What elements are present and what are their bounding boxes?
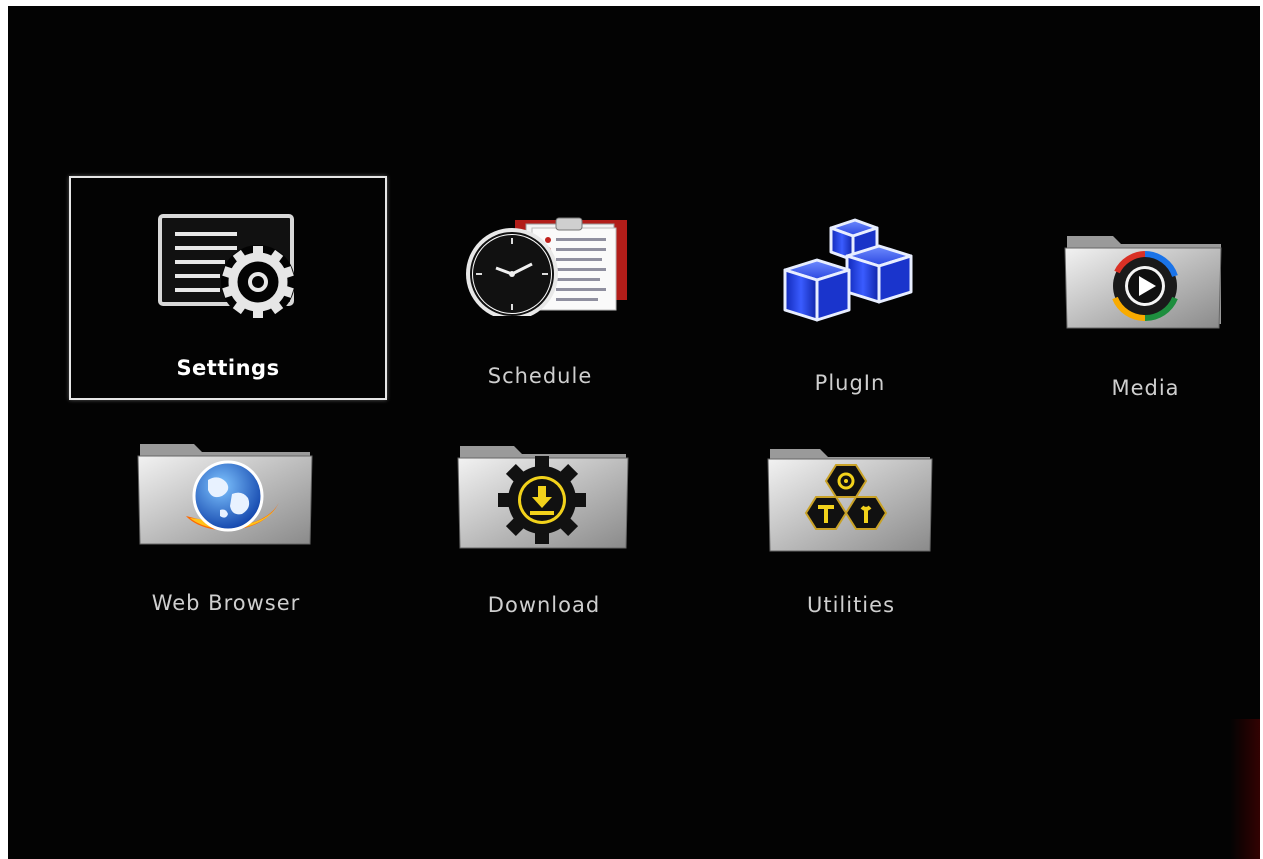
menu-item-label: Download: [487, 593, 601, 617]
globe-folder-icon: [136, 438, 316, 548]
menu-item-media[interactable]: Media: [1063, 228, 1228, 403]
main-menu-screen: Settings Schedule PlugIn Media Web Brows…: [8, 6, 1260, 859]
screen-edge-glow: [1230, 719, 1260, 859]
clock-clipboard-icon: [460, 216, 630, 316]
menu-item-label: Utilities: [806, 593, 896, 617]
menu-item-label: PlugIn: [814, 371, 886, 395]
menu-item-web-browser[interactable]: Web Browser: [136, 438, 316, 618]
menu-item-schedule[interactable]: Schedule: [460, 211, 627, 401]
cubes-icon: [771, 216, 929, 326]
menu-item-utilities[interactable]: Utilities: [766, 443, 936, 623]
menu-item-label: Web Browser: [151, 591, 301, 615]
menu-item-download[interactable]: Download: [456, 440, 632, 620]
menu-item-plugin[interactable]: PlugIn: [771, 216, 929, 401]
menu-item-label: Schedule: [487, 364, 593, 388]
download-gear-folder-icon: [456, 440, 632, 550]
menu-item-label: Settings: [176, 356, 280, 380]
media-play-folder-icon: [1063, 228, 1228, 332]
menu-item-label: Media: [1111, 376, 1180, 400]
menu-item-settings[interactable]: Settings: [69, 176, 387, 400]
settings-gear-icon: [155, 212, 305, 322]
tools-folder-icon: [766, 443, 936, 553]
